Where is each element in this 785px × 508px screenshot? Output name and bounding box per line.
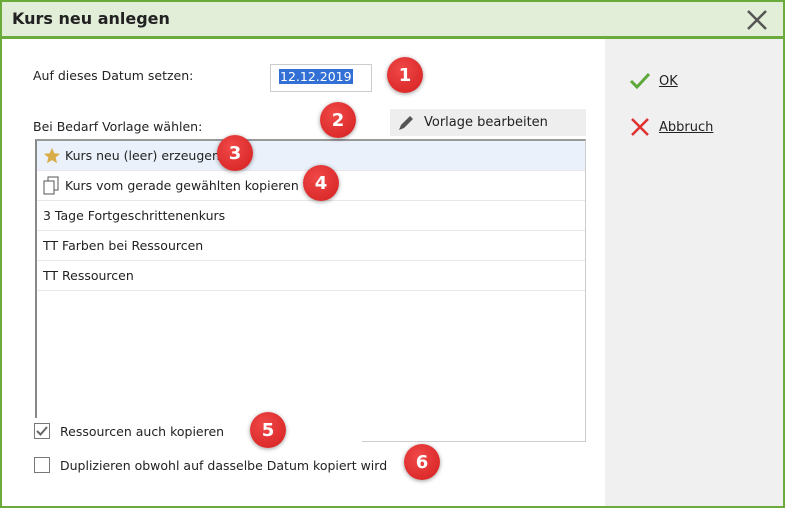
list-item-label: Kurs neu (leer) erzeugen	[65, 148, 220, 163]
edit-template-button[interactable]: Vorlage bearbeiten	[390, 109, 586, 136]
ok-button[interactable]: OK	[629, 71, 678, 91]
date-label: Auf dieses Datum setzen:	[33, 68, 194, 83]
title-bar: Kurs neu anlegen	[2, 2, 783, 39]
annotation-badge-1: 1	[387, 57, 423, 93]
date-input[interactable]: 12.12.2019	[270, 64, 372, 92]
duplicate-checkbox[interactable]: Duplizieren obwohl auf dasselbe Datum ko…	[34, 457, 394, 473]
list-item-label: Kurs vom gerade gewählten kopieren	[65, 178, 299, 193]
cancel-button[interactable]: Abbruch	[629, 117, 713, 137]
checkmark-icon	[629, 72, 651, 90]
checkbox-label: Duplizieren obwohl auf dasselbe Datum ko…	[60, 457, 388, 473]
copy-icon	[43, 176, 59, 194]
checkbox-label: Ressourcen auch kopieren	[60, 423, 225, 439]
list-item-label: TT Ressourcen	[43, 268, 134, 283]
cross-icon	[631, 118, 649, 136]
annotation-badge-3: 3	[217, 135, 253, 171]
annotation-badge-6: 6	[404, 444, 440, 480]
close-icon[interactable]	[745, 8, 769, 32]
dialog-window: Kurs neu anlegen Auf dieses Datum setzen…	[0, 0, 785, 508]
edit-template-label: Vorlage bearbeiten	[424, 115, 548, 130]
list-item[interactable]: TT Ressourcen	[37, 261, 585, 291]
copy-resources-checkbox[interactable]: Ressourcen auch kopieren	[28, 418, 362, 444]
pencil-icon	[399, 115, 413, 130]
checkbox-unchecked[interactable]	[34, 457, 50, 473]
list-item[interactable]: TT Farben bei Ressourcen	[37, 231, 585, 261]
list-item[interactable]: 3 Tage Fortgeschrittenenkurs	[37, 201, 585, 231]
annotation-badge-5: 5	[250, 412, 286, 448]
ok-label: OK	[659, 73, 678, 89]
date-value: 12.12.2019	[279, 69, 353, 84]
list-item-label: 3 Tage Fortgeschrittenenkurs	[43, 208, 226, 223]
template-label: Bei Bedarf Vorlage wählen:	[33, 119, 203, 134]
annotation-badge-2: 2	[320, 102, 356, 138]
dialog-title: Kurs neu anlegen	[12, 9, 170, 28]
checkmark-icon	[36, 426, 48, 436]
star-icon	[43, 147, 61, 163]
annotation-badge-4: 4	[303, 165, 339, 201]
action-panel: OK Abbruch	[605, 39, 783, 506]
list-item-label: TT Farben bei Ressourcen	[43, 238, 204, 253]
checkbox-checked[interactable]	[34, 423, 50, 439]
cancel-label: Abbruch	[659, 119, 714, 135]
